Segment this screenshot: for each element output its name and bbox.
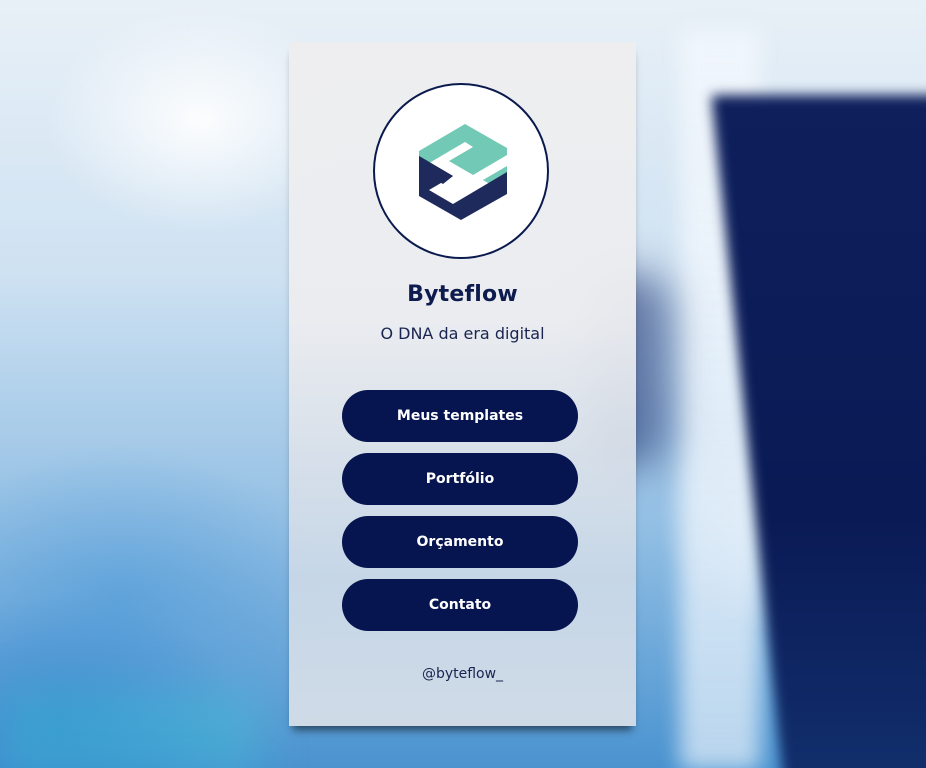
- profile-name: Byteflow: [407, 282, 518, 307]
- background-blur: [0, 690, 260, 768]
- profile-tagline: O DNA da era digital: [380, 324, 545, 343]
- link-button-orcamento[interactable]: Orçamento: [342, 516, 578, 568]
- logo-avatar: [373, 83, 549, 259]
- social-handle[interactable]: @byteflow_: [289, 666, 636, 682]
- link-button-portfolio[interactable]: Portfólio: [342, 453, 578, 505]
- byteflow-logo-icon: [419, 124, 507, 220]
- link-button-templates[interactable]: Meus templates: [342, 390, 578, 442]
- link-card: Byteflow O DNA da era digital Meus templ…: [289, 42, 636, 726]
- link-button-contato[interactable]: Contato: [342, 579, 578, 631]
